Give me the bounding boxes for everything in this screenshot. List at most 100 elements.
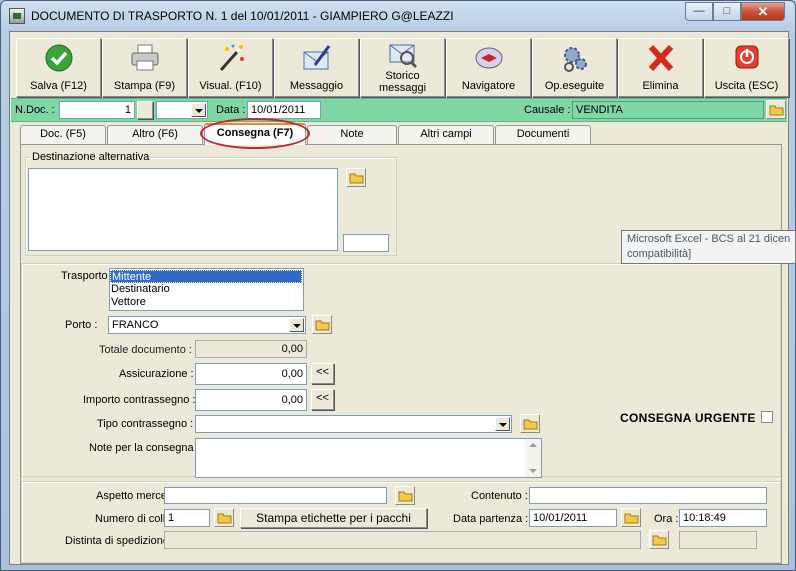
print-labels-button[interactable]: Stampa etichette per i pacchi (240, 508, 427, 528)
porto-label: Porto : (65, 319, 98, 331)
trasporto-option-destinatario[interactable]: Destinatario (111, 283, 170, 296)
colli-field[interactable]: 1 (164, 509, 210, 527)
highlight-ring (200, 118, 310, 149)
series-combo[interactable] (156, 101, 208, 119)
operations-label: Op.eseguite (544, 80, 605, 92)
client-area: Salva (F12) Stampa (F9) Visual. (F10) Me… (9, 31, 789, 565)
tab-note[interactable]: Note (307, 125, 397, 144)
magic-wand-icon (219, 44, 244, 71)
folder-icon (652, 535, 667, 546)
partenza-label: Data partenza : (453, 513, 529, 525)
scroll-down-icon[interactable] (529, 469, 537, 473)
trasporto-option-vettore[interactable]: Vettore (111, 296, 146, 309)
trasporto-label: Trasporto : (61, 270, 114, 282)
ndoc-field[interactable]: 1 (59, 101, 135, 119)
folder-icon (398, 491, 413, 502)
save-button[interactable]: Salva (F12) (16, 38, 101, 97)
folder-icon (769, 105, 784, 116)
document-header-bar: N.Doc. : 1 Data : 10/01/2011 Causale : V… (11, 98, 787, 122)
contrassegno-field[interactable]: 0,00 (195, 389, 307, 411)
gears-icon (563, 47, 587, 72)
app-icon[interactable] (9, 8, 25, 24)
aspetto-field[interactable] (164, 487, 387, 504)
navigator-label: Navigatore (461, 80, 516, 92)
assicurazione-field[interactable]: 0,00 (195, 363, 307, 385)
save-label: Salva (F12) (30, 80, 87, 92)
close-window-button[interactable]: ✕ (741, 2, 785, 21)
scroll-up-icon[interactable] (529, 443, 537, 447)
maximize-button[interactable]: □ (713, 2, 741, 21)
message-label: Messaggio (289, 80, 344, 92)
trasporto-option-mittente[interactable]: Mittente (110, 270, 302, 283)
mail-pen-icon (303, 45, 330, 70)
tab-doc[interactable]: Doc. (F5) (20, 125, 106, 144)
contenuto-field[interactable] (529, 487, 767, 504)
contrassegno-calc-button[interactable]: << (311, 389, 334, 410)
trasporto-listbox[interactable]: Mittente Destinatario Vettore (109, 268, 304, 311)
destinazione-code-field[interactable] (343, 234, 389, 252)
compass-icon (475, 47, 502, 69)
chevron-down-icon[interactable] (495, 417, 510, 431)
colli-lookup-button[interactable] (214, 508, 234, 527)
porto-value: FRANCO (112, 319, 159, 331)
porto-lookup-button[interactable] (312, 315, 332, 334)
tipo-contrassegno-label: Tipo contrassegno : (97, 418, 194, 430)
title-bar[interactable]: DOCUMENTO DI TRASPORTO N. 1 del 10/01/20… (1, 1, 795, 31)
causale-field[interactable]: VENDITA (572, 101, 764, 119)
tipo-contrassegno-lookup-button[interactable] (520, 414, 540, 433)
causale-lookup-button[interactable] (766, 100, 786, 119)
folder-icon (217, 513, 232, 524)
preview-label: Visual. (F10) (199, 80, 262, 92)
date-field[interactable]: 10/01/2011 (247, 101, 321, 119)
message-history-button[interactable]: Storico messaggi (360, 38, 445, 97)
assicurazione-label: Assicurazione : (119, 368, 194, 380)
ora-label: Ora : (654, 513, 679, 525)
folder-icon (624, 513, 639, 524)
porto-combo[interactable]: FRANCO (108, 316, 306, 334)
tab-altri-campi[interactable]: Altri campi (398, 125, 494, 144)
folder-icon (349, 173, 364, 184)
message-button[interactable]: Messaggio (274, 38, 359, 97)
partenza-calendar-button[interactable] (621, 508, 641, 527)
print-label: Stampa (F9) (113, 80, 176, 92)
delete-button[interactable]: Elimina (618, 38, 703, 97)
note-scrollbar[interactable] (525, 439, 541, 477)
urgente-label: CONSEGNA URGENTE (620, 411, 756, 425)
power-icon (735, 45, 758, 69)
ora-field[interactable]: 10:18:49 (679, 509, 767, 527)
operations-button[interactable]: Op.eseguite (532, 38, 617, 97)
note-consegna-textarea[interactable] (195, 438, 542, 478)
tab-altro[interactable]: Altro (F6) (107, 125, 203, 144)
ndoc-suffix-button[interactable] (137, 101, 153, 119)
destinazione-lookup-button[interactable] (346, 168, 366, 187)
assicurazione-calc-button[interactable]: << (311, 363, 334, 384)
data-label: Data : (216, 104, 246, 116)
preview-button[interactable]: Visual. (F10) (188, 38, 273, 97)
tab-documenti[interactable]: Documenti (495, 125, 591, 144)
mail-search-icon (389, 44, 417, 69)
chevron-down-icon[interactable] (191, 103, 206, 117)
exit-button[interactable]: Uscita (ESC) (704, 38, 789, 97)
aspetto-label: Aspetto merce : (96, 490, 174, 502)
totale-label: Totale documento : (99, 344, 192, 356)
delete-label: Elimina (642, 80, 679, 92)
chevron-down-icon[interactable] (289, 318, 304, 332)
urgente-checkbox[interactable] (761, 411, 773, 423)
colli-label: Numero di colli : (95, 513, 174, 525)
minimize-button[interactable]: — (685, 2, 713, 21)
save-check-icon (45, 44, 72, 72)
navigator-button[interactable]: Navigatore (446, 38, 531, 97)
tipo-contrassegno-combo[interactable] (195, 415, 512, 433)
destinazione-legend: Destinazione alternativa (30, 151, 152, 163)
destinazione-textarea[interactable] (28, 168, 338, 251)
totale-field: 0,00 (195, 340, 307, 358)
contrassegno-label: Importo contrassegno : (83, 394, 196, 406)
exit-label: Uscita (ESC) (714, 80, 779, 92)
distinta-lookup-button[interactable] (649, 530, 669, 549)
aspetto-lookup-button[interactable] (395, 486, 415, 505)
consegna-tab-page: Destinazione alternativa Trasporto : Mit… (20, 144, 782, 564)
partenza-field[interactable]: 10/01/2011 (529, 509, 617, 527)
folder-icon (315, 320, 330, 331)
print-button[interactable]: Stampa (F9) (102, 38, 187, 97)
causale-label: Causale : (524, 104, 571, 116)
